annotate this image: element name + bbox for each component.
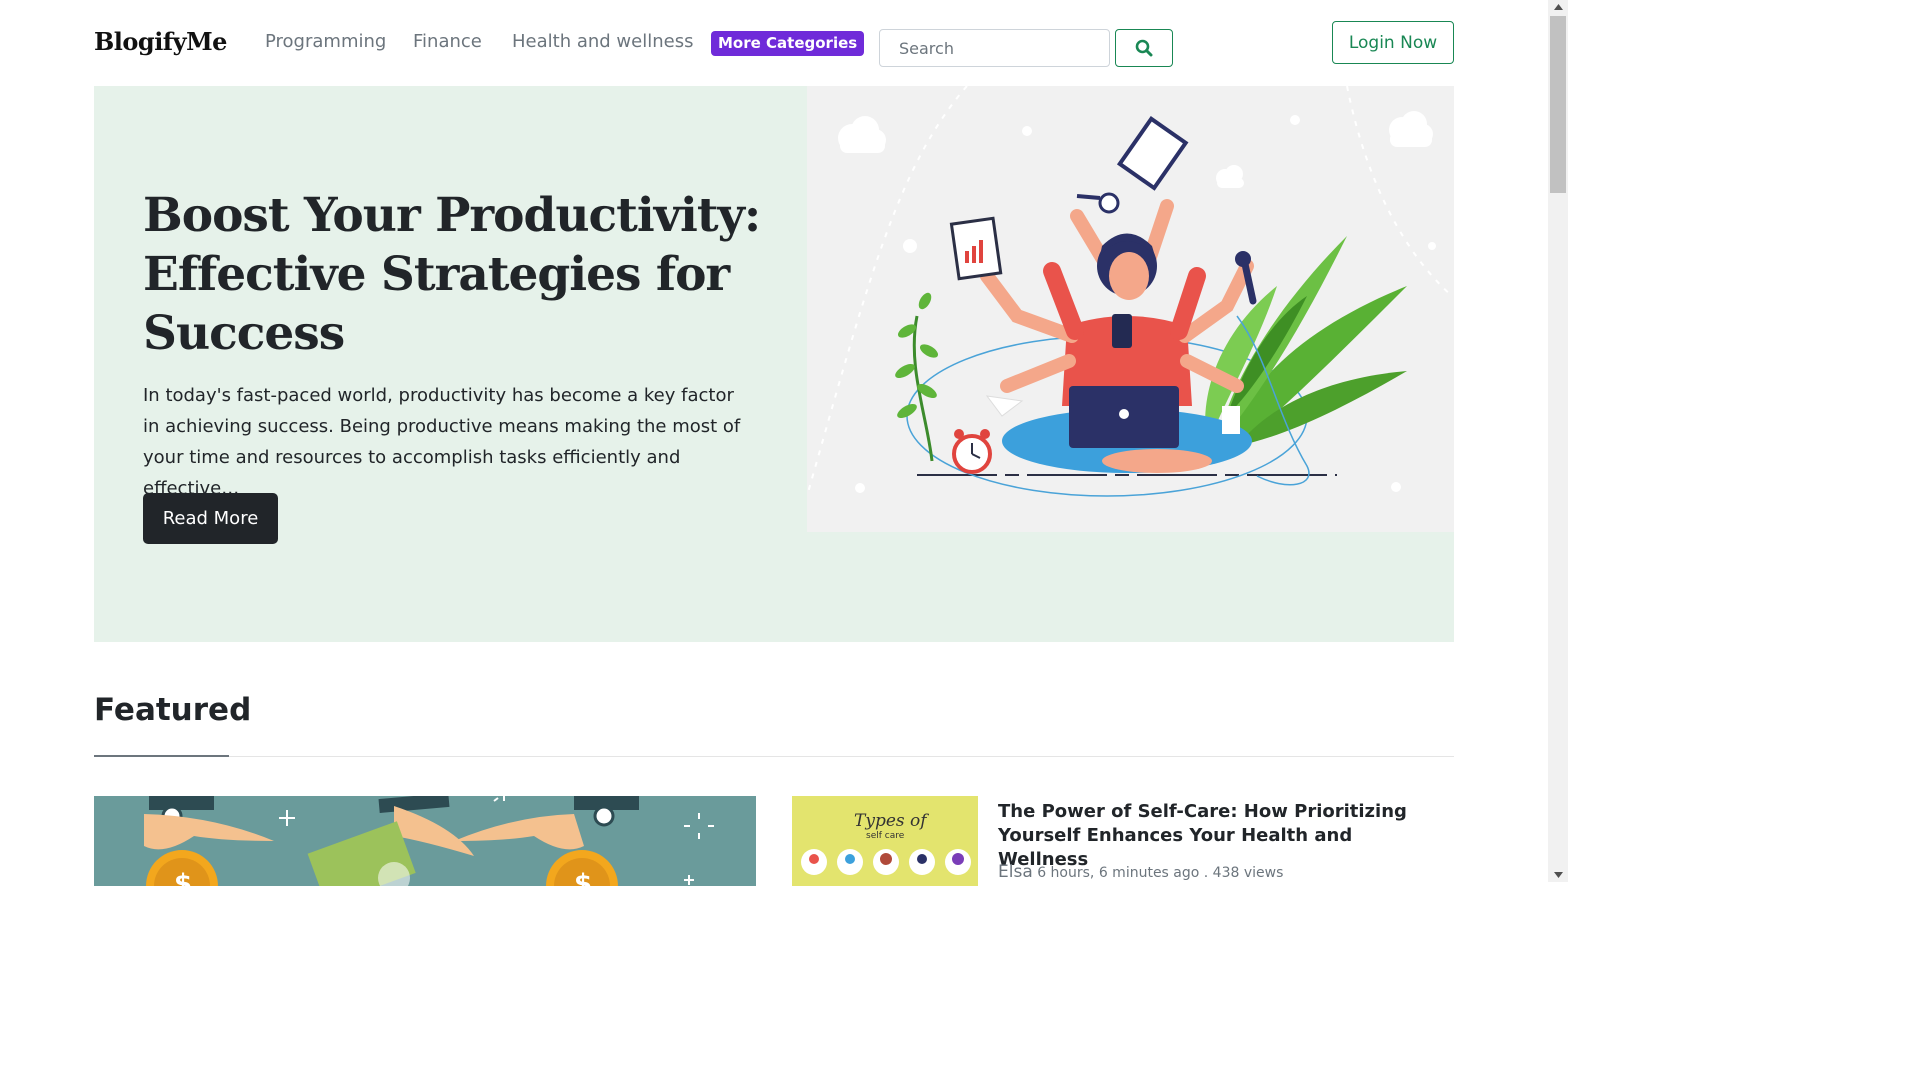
scroll-down-arrow-icon[interactable]: [1548, 868, 1568, 882]
featured-divider: [94, 756, 1454, 757]
more-categories-button[interactable]: More Categories: [711, 31, 865, 56]
thumb-text-types: Types of: [854, 811, 929, 831]
thumb-text-selfcare: self care: [866, 831, 905, 841]
brand-logo[interactable]: BlogifyMe: [94, 27, 227, 56]
nav-link-programming[interactable]: Programming: [265, 31, 386, 52]
hero-banner: Boost Your Productivity: Effective Strat…: [94, 86, 1454, 642]
svg-text:$: $: [574, 869, 592, 886]
login-button[interactable]: Login Now: [1332, 21, 1454, 64]
featured-underline: [94, 755, 229, 757]
self-care-thumbnail-illustration: Types of self care: [792, 796, 978, 886]
multitasking-woman-illustration: [807, 86, 1453, 497]
read-more-button[interactable]: Read More: [143, 493, 278, 544]
scroll-up-arrow-icon[interactable]: [1548, 0, 1568, 14]
hero-excerpt: In today's fast-paced world, productivit…: [143, 385, 741, 499]
featured-item-author[interactable]: Elsa: [998, 862, 1033, 882]
search-icon: [1135, 39, 1153, 57]
hero-title: Boost Your Productivity: Effective Strat…: [143, 188, 761, 361]
navbar: BlogifyMe Programming Finance Health and…: [0, 0, 1548, 86]
featured-heading: Featured: [94, 692, 252, 728]
featured-item-stats: 6 hours, 6 minutes ago . 438 views: [1037, 865, 1284, 881]
search-input[interactable]: [879, 29, 1110, 67]
money-hands-illustration: $ $: [94, 796, 756, 886]
page-scrollbar[interactable]: [1548, 0, 1568, 882]
hero-illustration: [807, 86, 1454, 532]
search-button[interactable]: [1115, 29, 1173, 67]
featured-item-thumbnail[interactable]: Types of self care: [792, 796, 978, 886]
featured-main-image[interactable]: $ $: [94, 796, 756, 886]
svg-text:$: $: [174, 869, 192, 886]
nav-link-health[interactable]: Health and wellness: [512, 31, 693, 52]
nav-link-finance[interactable]: Finance: [413, 31, 482, 52]
featured-item-meta: Elsa 6 hours, 6 minutes ago . 438 views: [998, 862, 1283, 882]
scrollbar-thumb[interactable]: [1550, 16, 1566, 193]
